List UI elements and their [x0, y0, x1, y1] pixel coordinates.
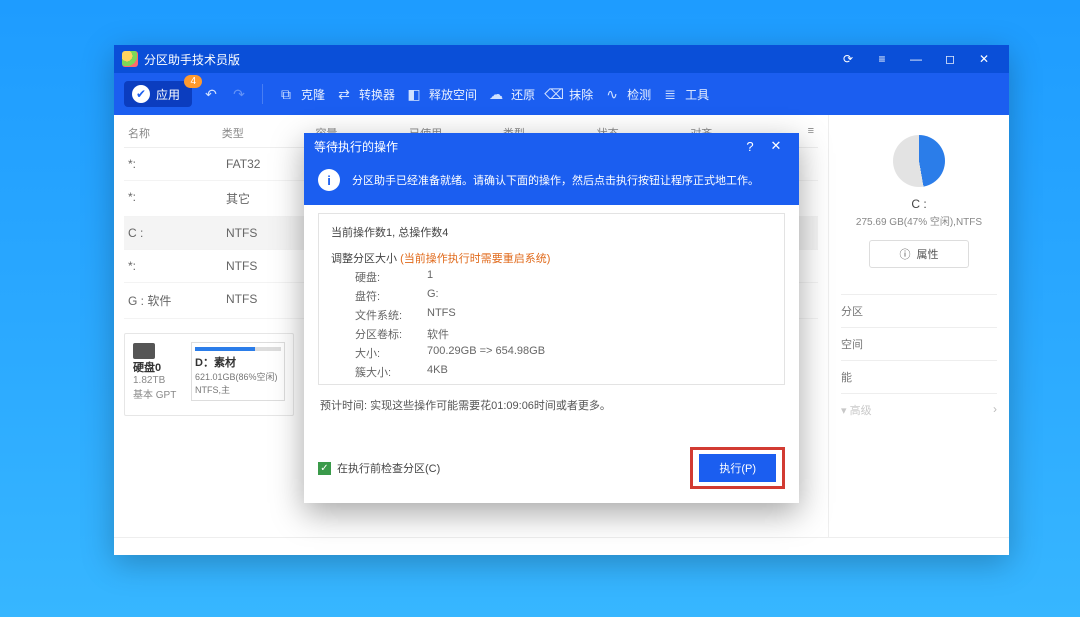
refresh-icon[interactable]: ⟳: [831, 48, 865, 70]
dialog-body: 当前操作数1, 总操作数4 调整分区大小 (当前操作执行时需要重启系统) 硬盘:…: [304, 205, 799, 437]
kv-size: 大小:700.29GB => 654.98GB: [355, 345, 772, 361]
titlebar[interactable]: 分区助手技术员版 ⟳ ≡ ― ◻ ✕: [114, 45, 1009, 73]
section-other[interactable]: 能: [841, 360, 997, 393]
dialog-footer: ✓ 在执行前检查分区(C) 执行(P): [304, 437, 799, 503]
tool-freespace-label: 释放空间: [429, 86, 477, 103]
info-icon: ⓘ: [900, 246, 911, 262]
dialog-titlebar[interactable]: 等待执行的操作 ? ✕: [304, 133, 799, 159]
pending-count-badge: 4: [184, 75, 202, 88]
col-type[interactable]: 类型: [222, 125, 316, 141]
right-pane: C : 275.69 GB(47% 空闲),NTFS ⓘ 属性 分区 空间 能 …: [829, 115, 1009, 537]
clone-icon: ⧉: [277, 85, 295, 103]
undo-icon[interactable]: ↶: [202, 85, 220, 103]
drive-title: C :: [841, 197, 997, 211]
volume-bar: [195, 347, 281, 351]
restart-warning: (当前操作执行时需要重启系统): [400, 253, 550, 265]
check-circle-icon: ✔: [132, 85, 150, 103]
tool-restore[interactable]: ☁ 还原: [487, 85, 535, 103]
close-icon[interactable]: ✕: [967, 48, 1001, 70]
section-space[interactable]: 空间: [841, 327, 997, 360]
right-sections: 分区 空间 能 ▾ 高级›: [841, 294, 997, 426]
converter-icon: ⇄: [335, 85, 353, 103]
tool-wipe[interactable]: ⌫ 抹除: [545, 85, 593, 103]
apply-button[interactable]: ✔ 应用 4: [124, 81, 192, 107]
minimize-icon[interactable]: ―: [899, 48, 933, 70]
app-title: 分区助手技术员版: [144, 51, 240, 68]
help-icon[interactable]: ?: [737, 139, 763, 154]
execute-highlight: 执行(P): [690, 447, 785, 489]
kv-fs: 文件系统:NTFS: [355, 307, 772, 323]
disk0-vol-sub: 621.01GB(86%空闲): [195, 370, 281, 383]
tools-icon: ≣: [661, 85, 679, 103]
disk0-cap: 1.82TB: [133, 375, 183, 386]
execute-button[interactable]: 执行(P): [699, 454, 776, 482]
scrollbar[interactable]: [768, 216, 782, 382]
check-before-exec-checkbox[interactable]: ✓: [318, 462, 331, 475]
toolbar: ✔ 应用 4 ↶ ↷ ⧉ 克隆 ⇄ 转换器 ◧ 释放空间 ☁ 还原 ⌫ 抹除 ∿ 检测 ≣ 工…: [114, 73, 1009, 115]
check-before-exec-label[interactable]: 在执行前检查分区(C): [337, 460, 440, 476]
kv-disk: 硬盘:1: [355, 269, 772, 285]
app-icon: [122, 51, 138, 67]
kv-letter: 盘符:G:: [355, 288, 772, 304]
tool-check-label: 检测: [627, 86, 651, 103]
section-partition[interactable]: 分区: [841, 294, 997, 327]
operations-box[interactable]: 当前操作数1, 总操作数4 调整分区大小 (当前操作执行时需要重启系统) 硬盘:…: [318, 213, 785, 385]
wipe-icon: ⌫: [545, 85, 563, 103]
apply-label: 应用: [156, 86, 180, 103]
op-count: 当前操作数1, 总操作数4: [331, 224, 772, 240]
freespace-icon: ◧: [405, 85, 423, 103]
maximize-icon[interactable]: ◻: [933, 48, 967, 70]
tool-tools[interactable]: ≣ 工具: [661, 85, 709, 103]
disk0-scheme: 基本 GPT: [133, 386, 183, 401]
estimate-text: 预计时间: 实现这些操作可能需要花01:09:06时间或者更多。: [320, 397, 783, 413]
tool-clone-label: 克隆: [301, 86, 325, 103]
statusbar: [114, 537, 1009, 555]
drive-pie-icon: [893, 135, 945, 187]
op-resize: 调整分区大小 (当前操作执行时需要重启系统): [331, 250, 772, 266]
menu-icon[interactable]: ≡: [865, 48, 899, 70]
kv-cluster: 簇大小:4KB: [355, 364, 772, 380]
properties-label: 属性: [917, 246, 939, 262]
tool-freespace[interactable]: ◧ 释放空间: [405, 85, 477, 103]
tool-converter-label: 转换器: [359, 86, 395, 103]
pending-operations-dialog: 等待执行的操作 ? ✕ i 分区助手已经准备就绪。请确认下面的操作，然后点击执行…: [304, 133, 799, 503]
chevron-right-icon: ›: [993, 402, 997, 418]
drive-summary: 275.69 GB(47% 空闲),NTFS: [841, 213, 997, 228]
tool-wipe-label: 抹除: [569, 86, 593, 103]
info-circle-icon: i: [318, 169, 340, 191]
dialog-close-icon[interactable]: ✕: [763, 138, 789, 154]
properties-button[interactable]: ⓘ 属性: [869, 240, 969, 268]
disk0-title: 硬盘0: [133, 362, 161, 374]
kv-label: 分区卷标:软件: [355, 326, 772, 342]
disk0-vol-name: D：素材: [195, 357, 236, 369]
check-icon: ∿: [603, 85, 621, 103]
dialog-title: 等待执行的操作: [314, 138, 398, 155]
disk-icon: [133, 343, 155, 359]
tool-tools-label: 工具: [685, 86, 709, 103]
disk0-vol-sub2: NTFS,主: [195, 383, 281, 396]
dialog-banner-text: 分区助手已经准备就绪。请确认下面的操作，然后点击执行按钮让程序正式地工作。: [352, 172, 759, 188]
disk-card-0[interactable]: 硬盘0 1.82TB 基本 GPT D：素材 621.01GB(86%空闲) N…: [124, 333, 294, 416]
tool-check[interactable]: ∿ 检测: [603, 85, 651, 103]
tool-converter[interactable]: ⇄ 转换器: [335, 85, 395, 103]
section-advanced[interactable]: ▾ 高级›: [841, 393, 997, 426]
tool-clone[interactable]: ⧉ 克隆: [277, 85, 325, 103]
restore-icon: ☁: [487, 85, 505, 103]
col-name[interactable]: 名称: [128, 125, 222, 141]
tool-restore-label: 还原: [511, 86, 535, 103]
dialog-banner: i 分区助手已经准备就绪。请确认下面的操作，然后点击执行按钮让程序正式地工作。: [304, 159, 799, 205]
redo-icon[interactable]: ↷: [230, 85, 248, 103]
